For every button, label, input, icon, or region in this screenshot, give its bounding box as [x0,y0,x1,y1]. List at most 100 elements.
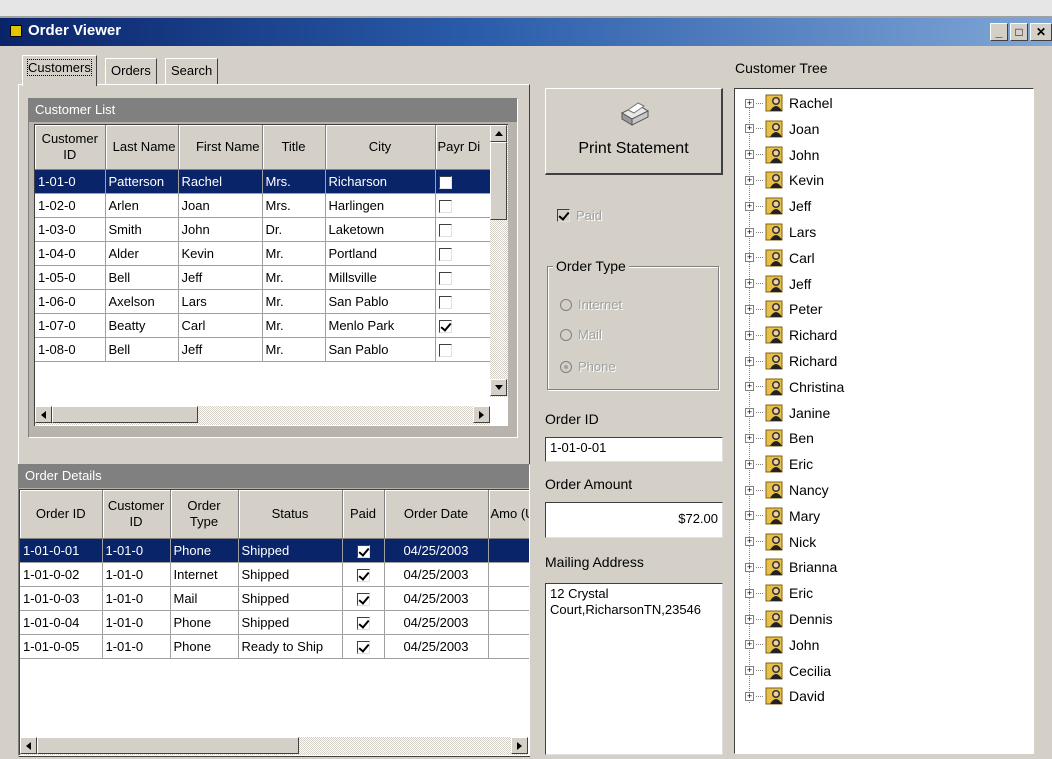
tree-node[interactable]: + Richard [745,322,837,348]
cell-first[interactable]: Joan [178,193,263,218]
expand-icon[interactable]: + [745,227,754,237]
customer-tree[interactable]: + Rachel + Joan + John + Kevin + Jeff + Lars + Carl + J… [734,88,1034,754]
tree-node[interactable]: + Brianna [745,554,837,580]
cell-amt[interactable] [488,538,529,563]
customer-vscroll[interactable] [490,125,508,397]
order-type-phone-radio[interactable]: Phone [560,359,616,374]
cell-amt[interactable]: ! [488,634,529,659]
cell-order-id[interactable]: 1-01-0-05 [20,634,103,659]
tree-node[interactable]: + David [745,683,825,709]
tree-node[interactable]: + Lars [745,219,816,245]
order-id-field[interactable]: 1-01-0-01 [545,437,723,462]
scroll-left-button[interactable] [35,406,52,423]
scroll-right-button[interactable] [473,406,490,423]
order-row[interactable]: 1-01-0-041-01-0PhoneShipped 04/25/2003! [20,610,529,635]
tree-node[interactable]: + Ben [745,425,814,451]
payment-due-checkbox[interactable] [438,271,452,285]
expand-icon[interactable]: + [745,666,754,676]
col-customer-id[interactable]: Customer ID [35,125,106,170]
col-order-id[interactable]: Order ID [20,490,103,539]
payment-due-checkbox[interactable] [438,319,452,333]
tree-node[interactable]: + Cecilia [745,658,831,684]
cell-date[interactable]: 04/25/2003 [384,586,489,611]
customer-row[interactable]: 1-04-0 Alder Kevin Mr. Portland [35,241,508,266]
cell-title[interactable]: Mr. [262,265,326,290]
order-amount-field[interactable]: $72.00 [545,502,723,538]
tree-node[interactable]: + Jeff [745,271,811,297]
tree-node[interactable]: + Eric [745,451,813,477]
expand-icon[interactable]: + [745,175,754,185]
col-order-type[interactable]: Order Type [170,490,239,539]
expand-icon[interactable]: + [745,614,754,624]
scroll-thumb[interactable] [37,737,299,754]
cell-title[interactable]: Mr. [262,337,326,362]
cell-last[interactable]: Smith [105,217,179,242]
cell-date[interactable]: 04/25/2003 [384,634,489,659]
col-city[interactable]: City [325,125,436,170]
tree-node[interactable]: + Christina [745,374,844,400]
cell-title[interactable]: Mrs. [262,169,326,194]
cell-status[interactable]: Shipped [238,562,343,587]
col-status[interactable]: Status [238,490,343,539]
cell-title[interactable]: Mr. [262,313,326,338]
cell-id[interactable]: 1-04-0 [35,241,106,266]
tree-node[interactable]: + Dennis [745,606,833,632]
cell-date[interactable]: 04/25/2003 [384,538,489,563]
expand-icon[interactable]: + [745,253,754,263]
customer-row[interactable]: 1-05-0 Bell Jeff Mr. Millsville [35,265,508,290]
cell-first[interactable]: Rachel [178,169,263,194]
minimize-button[interactable]: _ [990,23,1008,41]
paid-checkbox-cell[interactable] [356,544,370,558]
col-last-name[interactable]: Last Name [105,125,179,170]
cell-last[interactable]: Arlen [105,193,179,218]
cell-cust[interactable]: 1-01-0 [102,538,171,563]
tree-node[interactable]: + Rachel [745,90,833,116]
tree-node[interactable]: + Joan [745,116,819,142]
expand-icon[interactable]: + [745,640,754,650]
cell-last[interactable]: Bell [105,265,179,290]
cell-amt[interactable]: $: [488,586,529,611]
payment-due-checkbox[interactable] [438,295,452,309]
expand-icon[interactable]: + [745,433,754,443]
cell-paid[interactable] [342,634,385,659]
col-paid[interactable]: Paid [342,490,385,539]
cell-city[interactable]: Harlingen [325,193,436,218]
customer-row[interactable]: 1-07-0 Beatty Carl Mr. Menlo Park [35,313,508,338]
order-hscroll[interactable] [20,737,528,755]
expand-icon[interactable]: + [745,537,754,547]
tree-node[interactable]: + Carl [745,245,815,271]
cell-first[interactable]: Lars [178,289,263,314]
col-first-name[interactable]: First Name [178,125,263,170]
cell-id[interactable]: 1-07-0 [35,313,106,338]
cell-order-id[interactable]: 1-01-0-04 [20,610,103,635]
tab-customers[interactable]: Customers [22,55,97,86]
order-row[interactable]: 1-01-0-01 1-01-0 Phone Shipped 04/25/2003 [20,538,529,563]
cell-amt[interactable]: ! [488,610,529,635]
customer-row[interactable]: 1-03-0 Smith John Dr. Laketown [35,217,508,242]
expand-icon[interactable]: + [745,511,754,521]
order-row[interactable]: 1-01-0-02 1-01-0 Internet Shipped 04/25/2003… [20,562,529,587]
order-type-mail-radio[interactable]: Mail [560,327,602,342]
payment-due-checkbox[interactable] [438,247,452,261]
close-button[interactable]: ✕ [1030,23,1052,41]
cell-cust[interactable]: 1-01-0 [102,634,171,659]
cell-type[interactable]: Internet [170,562,239,587]
cell-city[interactable]: Menlo Park [325,313,436,338]
cell-amt[interactable]: ! [488,562,529,587]
order-row[interactable]: 1-01-0-031-01-0MailShipped 04/25/2003$: [20,586,529,611]
cell-title[interactable]: Mrs. [262,193,326,218]
expand-icon[interactable]: + [745,588,754,598]
col-order-date[interactable]: Order Date [384,490,489,539]
cell-order-id[interactable]: 1-01-0-03 [20,586,103,611]
cell-paid[interactable] [342,586,385,611]
cell-id[interactable]: 1-05-0 [35,265,106,290]
cell-date[interactable]: 04/25/2003 [384,610,489,635]
cell-date[interactable]: 04/25/2003 [384,562,489,587]
tab-orders[interactable]: Orders [105,58,157,84]
radio-internet[interactable] [560,298,572,311]
paid-checkbox-cell[interactable] [356,592,370,606]
cell-title[interactable]: Dr. [262,217,326,242]
payment-due-checkbox[interactable] [438,343,452,357]
col-amount[interactable]: Amo (U! [488,490,529,539]
tree-node[interactable]: + John [745,632,819,658]
